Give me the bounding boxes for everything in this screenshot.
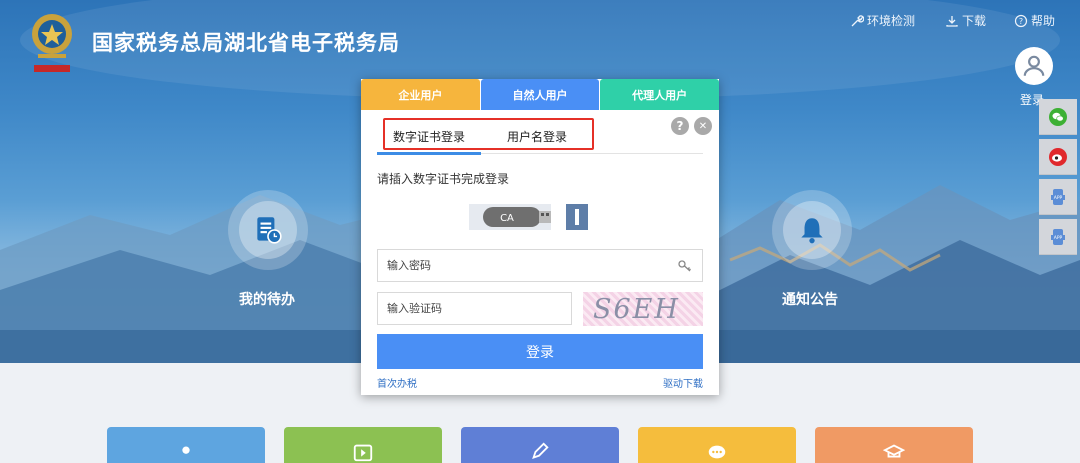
bottom-tile-2[interactable] xyxy=(284,427,442,463)
wrench-icon xyxy=(851,14,864,26)
login-button[interactable]: 登录 xyxy=(377,334,703,369)
captcha-input[interactable] xyxy=(387,302,571,315)
captcha-text: S6EH xyxy=(593,294,680,325)
tab-enterprise-user[interactable]: 企业用户 xyxy=(361,79,480,110)
first-time-link[interactable]: 首次办税 xyxy=(377,375,417,390)
weibo-icon xyxy=(1049,147,1067,166)
user-type-tabs: 企业用户 自然人用户 代理人用户 xyxy=(361,79,720,110)
ca-label: CA xyxy=(500,213,514,224)
help-label: 帮助 xyxy=(1031,14,1056,28)
user-icon xyxy=(1023,55,1045,76)
bottom-tile-3[interactable] xyxy=(461,427,619,463)
help-link[interactable]: ? 帮助 xyxy=(1014,12,1055,29)
wechat-icon xyxy=(1049,107,1067,126)
chat-icon xyxy=(708,445,726,459)
bottom-tile-1[interactable] xyxy=(107,427,265,463)
help-circle-icon: ? xyxy=(1014,14,1028,27)
env-check-label: 环境检测 xyxy=(867,14,916,28)
tax-emblem-icon xyxy=(32,14,72,72)
svg-text:APP: APP xyxy=(1054,235,1063,241)
cert-hint-text: 请插入数字证书完成登录 xyxy=(377,172,510,186)
tab-natural-person-user[interactable]: 自然人用户 xyxy=(480,79,600,110)
edit-icon xyxy=(532,442,549,459)
login-dialog: 企业用户 自然人用户 代理人用户 数字证书登录 用户名登录 ? ✕ 请插入数字证… xyxy=(361,79,720,395)
app-icon: APP xyxy=(1051,188,1065,205)
dock-app-1[interactable]: APP xyxy=(1039,179,1077,215)
password-field[interactable] xyxy=(377,249,703,282)
close-icon[interactable]: ✕ xyxy=(694,117,712,135)
dock-weibo[interactable] xyxy=(1039,139,1077,175)
svg-text:?: ? xyxy=(1019,17,1023,26)
download-link[interactable]: 下载 xyxy=(945,12,986,29)
notice-label: 通知公告 xyxy=(782,292,838,308)
captcha-field[interactable] xyxy=(377,292,572,325)
app-icon: APP xyxy=(1051,228,1065,245)
bell-icon xyxy=(801,218,823,244)
graduation-icon xyxy=(883,444,905,458)
todo-document-icon xyxy=(257,217,282,244)
password-input[interactable] xyxy=(387,259,677,272)
highlight-annotation xyxy=(383,118,594,150)
bottom-tile-4[interactable] xyxy=(638,427,796,463)
key-icon xyxy=(678,259,691,271)
todo-shortcut[interactable] xyxy=(228,190,308,270)
usb-key-icon: CA xyxy=(469,204,588,230)
svg-text:APP: APP xyxy=(1054,195,1063,201)
download-label: 下载 xyxy=(962,14,987,28)
user-icon xyxy=(182,446,190,454)
notice-shortcut[interactable] xyxy=(772,190,852,270)
video-icon xyxy=(353,444,373,462)
dock-wechat[interactable] xyxy=(1039,99,1077,135)
active-tab-indicator xyxy=(377,152,481,155)
site-title: 国家税务总局湖北省电子税务局 xyxy=(92,31,400,55)
tab-agent-user[interactable]: 代理人用户 xyxy=(600,79,720,110)
download-icon xyxy=(946,15,958,27)
captcha-image[interactable]: S6EH xyxy=(583,292,703,326)
bottom-tile-5[interactable] xyxy=(815,427,973,463)
user-avatar[interactable] xyxy=(1015,47,1053,85)
driver-download-link[interactable]: 驱动下载 xyxy=(663,375,703,390)
dock-app-2[interactable]: APP xyxy=(1039,219,1077,255)
todo-label: 我的待办 xyxy=(239,292,295,308)
env-check-link[interactable]: 环境检测 xyxy=(850,12,915,29)
help-icon[interactable]: ? xyxy=(671,117,689,135)
